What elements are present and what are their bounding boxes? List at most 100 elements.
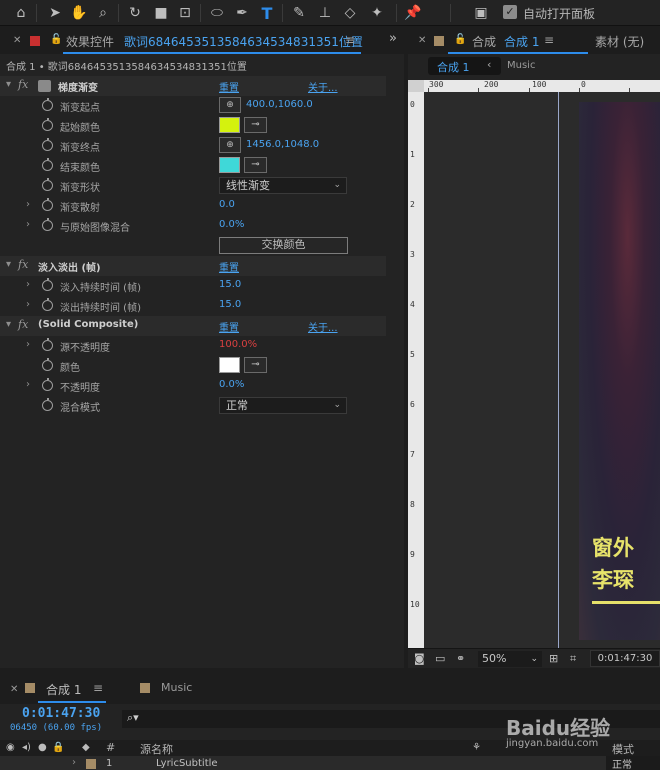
- fx-toggle-icon[interactable]: fx: [18, 78, 28, 91]
- expand-twirl-icon[interactable]: ›: [26, 199, 30, 210]
- puppet-pin-icon[interactable]: 📌: [402, 2, 424, 24]
- ellipse-icon[interactable]: ⬭: [206, 2, 228, 24]
- hand-icon[interactable]: ✋: [68, 2, 90, 24]
- about-link[interactable]: 关于...: [308, 79, 338, 94]
- timeline-tab-active[interactable]: 合成 1: [46, 681, 81, 698]
- param-value[interactable]: 100.0%: [219, 339, 257, 350]
- lock-icon[interactable]: 🔓: [454, 34, 466, 45]
- collapse-twirl-icon[interactable]: ▾: [6, 319, 11, 330]
- current-time-display[interactable]: 0:01:47:30: [590, 650, 660, 667]
- audio-icon[interactable]: ◂): [22, 742, 31, 753]
- fit-frame-icon[interactable]: ⊞: [549, 652, 558, 665]
- stopwatch-icon[interactable]: [42, 138, 53, 151]
- fx-toggle-icon[interactable]: fx: [18, 258, 28, 271]
- selection-icon[interactable]: ➤: [44, 2, 66, 24]
- shy-switch-icon[interactable]: ⚘: [472, 742, 481, 753]
- layer-name[interactable]: LyricSubtitle: [156, 758, 218, 769]
- eraser-icon[interactable]: ◇: [339, 2, 361, 24]
- magnification-dropdown[interactable]: 50% ⌄: [478, 651, 542, 667]
- lyric-artist-text[interactable]: 李琛: [592, 564, 634, 594]
- effect-controls-tab-title[interactable]: 效果控件: [66, 33, 114, 50]
- eyedropper-icon[interactable]: ⊸: [244, 117, 267, 133]
- stopwatch-icon[interactable]: [42, 278, 53, 291]
- stopwatch-icon[interactable]: [42, 218, 53, 231]
- flow-music-link[interactable]: Music: [507, 60, 535, 71]
- label-icon[interactable]: ◆: [82, 742, 90, 753]
- camera-icon[interactable]: ■: [150, 2, 172, 24]
- roto-brush-icon[interactable]: ✦: [366, 2, 388, 24]
- panel-menu-icon[interactable]: ≡: [345, 33, 355, 47]
- workspace-panel-icon[interactable]: ▣: [470, 2, 492, 24]
- region-of-interest-icon[interactable]: ⌗: [570, 652, 576, 666]
- effect-controls-layer-name[interactable]: 歌词6846453513584634534831351位置: [124, 33, 363, 50]
- lock-icon[interactable]: 🔒: [52, 742, 64, 753]
- crosshair-icon[interactable]: ⊕: [219, 97, 241, 113]
- eyedropper-icon[interactable]: ⊸: [244, 157, 267, 173]
- brush-icon[interactable]: ✎: [288, 2, 310, 24]
- timeline-current-time[interactable]: 0:01:47:30: [22, 706, 100, 721]
- mask-visibility-icon[interactable]: ⚭: [456, 652, 465, 665]
- param-value[interactable]: 15.0: [219, 279, 241, 290]
- stopwatch-icon[interactable]: [42, 338, 53, 351]
- reset-link[interactable]: 重置: [219, 259, 239, 274]
- stopwatch-icon[interactable]: [42, 118, 53, 131]
- stopwatch-icon[interactable]: [42, 198, 53, 211]
- preview-monitor-icon[interactable]: ▭: [435, 652, 445, 665]
- panel-menu-icon[interactable]: ≡: [544, 33, 554, 47]
- column-source-name[interactable]: 源名称: [140, 741, 173, 757]
- close-icon[interactable]: ✕: [10, 684, 18, 695]
- visibility-icon[interactable]: ◉: [6, 742, 15, 753]
- lyric-title-text[interactable]: 窗外: [592, 532, 634, 562]
- rotate-icon[interactable]: ↻: [124, 2, 146, 24]
- snapshot-icon[interactable]: ◙: [414, 652, 425, 665]
- effect-section-fade[interactable]: ▾ fx 淡入淡出 (帧) 重置: [0, 256, 386, 276]
- home-icon[interactable]: ⌂: [10, 2, 32, 24]
- ramp-shape-dropdown[interactable]: 线性渐变 ⌄: [219, 177, 347, 194]
- collapse-twirl-icon[interactable]: ▾: [6, 79, 11, 90]
- param-value[interactable]: 0.0%: [219, 379, 244, 390]
- param-value[interactable]: 0.0%: [219, 219, 244, 230]
- vertical-guide-line[interactable]: [558, 92, 559, 648]
- composition-tab-prefix[interactable]: 合成: [472, 33, 496, 50]
- expand-twirl-icon[interactable]: ›: [26, 219, 30, 230]
- param-value[interactable]: 400.0,1060.0: [246, 99, 313, 110]
- flow-tab-label[interactable]: 合成 1: [437, 59, 470, 75]
- crosshair-icon[interactable]: ⊕: [219, 137, 241, 153]
- composition-tab-active[interactable]: 合成 1: [504, 33, 539, 50]
- blend-mode-dropdown[interactable]: 正常 ⌄: [219, 397, 347, 414]
- reset-link[interactable]: 重置: [219, 79, 239, 94]
- collapse-twirl-icon[interactable]: ▾: [6, 259, 11, 270]
- expand-twirl-icon[interactable]: ›: [26, 379, 30, 390]
- panel-menu-icon[interactable]: ≡: [93, 681, 103, 695]
- fx-toggle-icon[interactable]: fx: [18, 318, 28, 331]
- auto-open-checkbox[interactable]: ✓: [503, 5, 517, 19]
- close-icon[interactable]: ✕: [13, 35, 21, 46]
- expand-twirl-icon[interactable]: ›: [26, 299, 30, 310]
- expand-twirl-icon[interactable]: ›: [26, 339, 30, 350]
- stopwatch-icon[interactable]: [42, 358, 53, 371]
- zoom-icon[interactable]: ⌕: [92, 2, 114, 24]
- layer-color-label[interactable]: [86, 759, 96, 769]
- expand-twirl-icon[interactable]: ›: [26, 279, 30, 290]
- close-icon[interactable]: ✕: [418, 35, 426, 46]
- vertical-ruler[interactable]: [408, 92, 424, 648]
- stopwatch-icon[interactable]: [42, 398, 53, 411]
- expand-twirl-icon[interactable]: ›: [72, 757, 76, 768]
- stopwatch-icon[interactable]: [42, 98, 53, 111]
- expand-panels-icon[interactable]: »: [389, 31, 397, 46]
- effect-section-solid-composite[interactable]: ▾ fx (Solid Composite) 重置 关于...: [0, 316, 386, 336]
- clone-stamp-icon[interactable]: ⊥: [314, 2, 336, 24]
- pen-icon[interactable]: ✒: [231, 2, 253, 24]
- timeline-tab-music[interactable]: Music: [161, 681, 192, 694]
- about-link[interactable]: 关于...: [308, 319, 338, 334]
- param-value[interactable]: 0.0: [219, 199, 235, 210]
- param-value[interactable]: 1456.0,1048.0: [246, 139, 319, 150]
- type-icon[interactable]: T: [256, 2, 278, 24]
- effect-section-gradient[interactable]: ▾ fx 梯度渐变 重置 关于...: [0, 76, 386, 96]
- color-swatch-start[interactable]: [219, 117, 240, 133]
- pan-behind-icon[interactable]: ⊡: [174, 2, 196, 24]
- footage-tab[interactable]: 素材 (无): [595, 33, 644, 50]
- stopwatch-icon[interactable]: [42, 378, 53, 391]
- color-swatch-end[interactable]: [219, 157, 240, 173]
- reset-link[interactable]: 重置: [219, 319, 239, 334]
